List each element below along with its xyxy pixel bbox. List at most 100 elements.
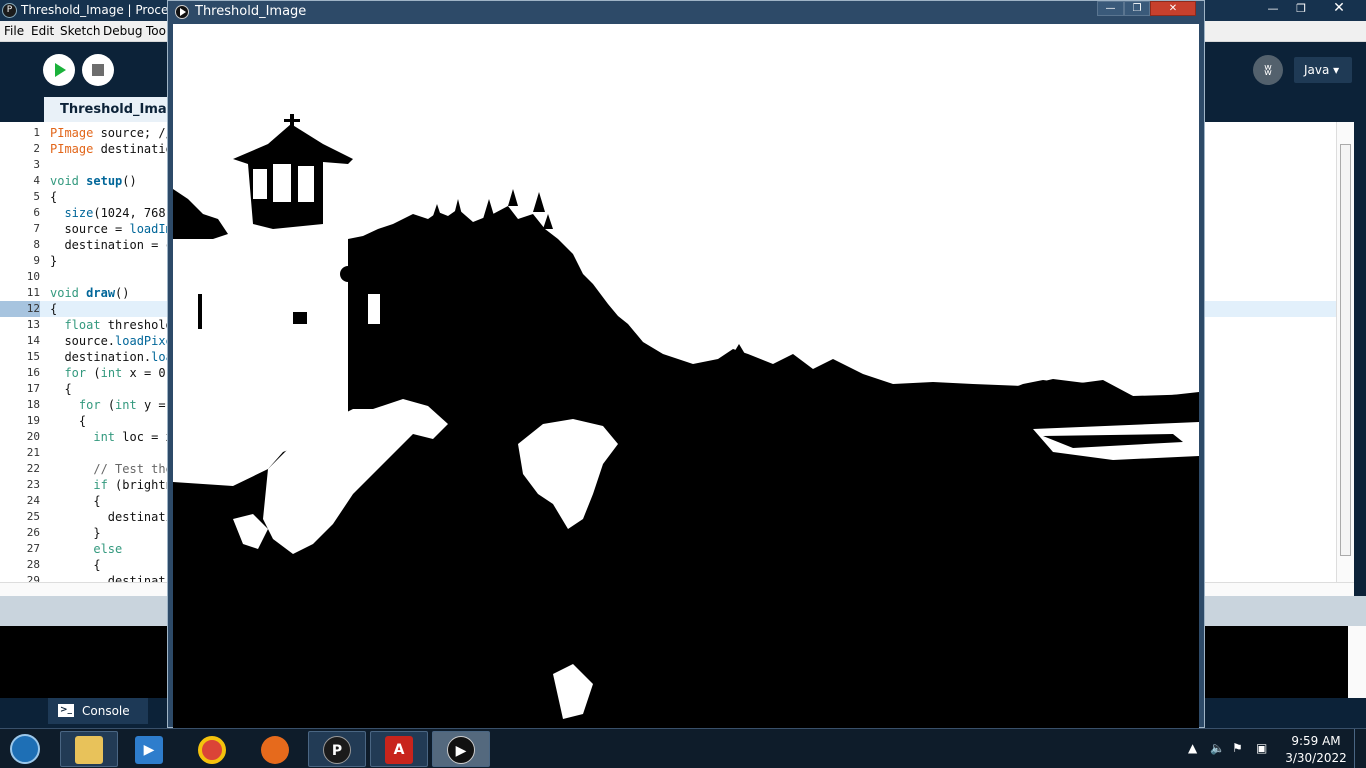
taskbar-firefox[interactable]: [246, 731, 304, 767]
code-text: {: [50, 494, 101, 508]
sketch-output-window: Threshold_Image — ❐ ✕: [167, 0, 1205, 728]
processing-icon: P: [323, 736, 351, 764]
line-number: 19: [26, 414, 40, 427]
line-number: 27: [26, 542, 40, 555]
tab-threshold-image[interactable]: Threshold_Image: [44, 97, 174, 122]
line-number: 13: [26, 318, 40, 331]
ide-minimize-button[interactable]: —: [1260, 1, 1286, 18]
code-text: float threshold: [64, 318, 173, 332]
mode-selector-dropdown[interactable]: Java ▾: [1294, 57, 1352, 83]
code-text: source.loadPixe: [50, 334, 173, 348]
start-button[interactable]: [4, 731, 46, 767]
sketch-play-icon: ▶: [447, 736, 475, 764]
menu-file[interactable]: File: [4, 24, 24, 38]
taskbar-processing[interactable]: P: [308, 731, 366, 767]
sketch-play-icon: [175, 5, 189, 19]
taskbar-media-player[interactable]: ▶: [120, 731, 178, 767]
code-text: {: [50, 382, 72, 396]
run-button[interactable]: [43, 54, 75, 86]
line-number: 4: [33, 174, 40, 187]
sketch-window-title: Threshold_Image: [195, 4, 307, 19]
code-text: PImage destinatio: [50, 142, 173, 156]
code-text: destination.loa: [50, 350, 173, 364]
show-desktop-button[interactable]: [1354, 729, 1366, 768]
editor-vertical-scrollbar[interactable]: [1336, 122, 1354, 582]
stop-button[interactable]: [82, 54, 114, 86]
menu-edit[interactable]: Edit: [31, 24, 54, 38]
sketch-maximize-button[interactable]: ❐: [1124, 1, 1150, 16]
code-text: for (int y =: [78, 398, 173, 412]
code-text: {: [50, 190, 58, 204]
line-number: 12: [0, 301, 40, 317]
sketch-title-bar[interactable]: Threshold_Image — ❐ ✕: [168, 1, 1204, 23]
code-text: destination = c: [50, 238, 173, 252]
console-icon: >_: [58, 704, 74, 717]
sketch-close-button[interactable]: ✕: [1150, 1, 1196, 16]
taskbar-running-sketch[interactable]: ▶: [432, 731, 490, 767]
line-number: 1: [33, 126, 40, 139]
code-text: if (brightn: [93, 478, 173, 492]
stop-icon: [92, 64, 104, 76]
line-number: 9: [33, 254, 40, 267]
code-text: // Test the: [50, 462, 173, 476]
line-number: 18: [26, 398, 40, 411]
show-hidden-icons-icon[interactable]: ▲: [1188, 741, 1197, 755]
line-number: 21: [26, 446, 40, 459]
debugger-butterfly-icon[interactable]: ʬ: [1253, 55, 1283, 85]
code-text: {: [50, 414, 87, 428]
sketch-minimize-button[interactable]: —: [1097, 1, 1124, 16]
code-text: for (int x = 0;: [64, 366, 173, 380]
clock-date[interactable]: 3/30/2022: [1284, 751, 1348, 765]
clock-time[interactable]: 9:59 AM: [1290, 734, 1342, 748]
code-text: else: [93, 542, 123, 556]
console-scrollbar[interactable]: [1348, 626, 1366, 698]
console-tab[interactable]: >_ Console: [48, 698, 148, 724]
line-number: 11: [26, 286, 40, 299]
taskbar-acrobat-reader[interactable]: A: [370, 731, 428, 767]
line-number: 16: [26, 366, 40, 379]
line-number: 23: [26, 478, 40, 491]
line-number: 7: [33, 222, 40, 235]
menu-sketch[interactable]: Sketch: [60, 24, 100, 38]
code-text: void draw(): [50, 286, 130, 300]
code-text: size(1024, 768);: [64, 206, 181, 220]
processing-logo-icon: P: [2, 3, 17, 18]
line-number: 29: [26, 574, 40, 582]
code-text: destinati: [50, 574, 173, 582]
code-text: }: [50, 526, 101, 540]
pdf-icon: A: [385, 736, 413, 764]
line-number: 20: [26, 430, 40, 443]
ide-maximize-button[interactable]: ❐: [1288, 1, 1314, 18]
action-center-flag-icon[interactable]: ⚑: [1232, 741, 1243, 755]
windows-logo-icon: [10, 734, 40, 764]
network-icon[interactable]: ▣: [1256, 741, 1267, 755]
code-text: }: [50, 254, 58, 268]
menu-debug[interactable]: Debug: [103, 24, 142, 38]
taskbar-chrome[interactable]: [183, 731, 241, 767]
ide-close-button[interactable]: ✕: [1316, 1, 1362, 18]
line-number: 24: [26, 494, 40, 507]
thresholded-lighthouse-image: [173, 24, 1199, 728]
line-number: 6: [33, 206, 40, 219]
line-number: 3: [33, 158, 40, 171]
media-player-icon: ▶: [135, 736, 163, 764]
line-number: 8: [33, 238, 40, 251]
line-number: 2: [33, 142, 40, 155]
play-icon: [55, 63, 66, 77]
line-number: 17: [26, 382, 40, 395]
line-number: 15: [26, 350, 40, 363]
line-number: 10: [26, 270, 40, 283]
taskbar-file-explorer[interactable]: [60, 731, 118, 767]
firefox-icon: [261, 736, 289, 764]
code-text: PImage source; //: [50, 126, 173, 140]
line-number: 25: [26, 510, 40, 523]
line-number: 5: [33, 190, 40, 203]
volume-icon[interactable]: 🔈: [1210, 741, 1225, 755]
threshold-image-canvas: [173, 24, 1199, 728]
line-number: 26: [26, 526, 40, 539]
code-text: destinati: [50, 510, 173, 524]
scrollbar-thumb[interactable]: [1340, 144, 1351, 556]
folder-icon: [75, 736, 103, 764]
line-number: 28: [26, 558, 40, 571]
chrome-icon: [198, 736, 226, 764]
